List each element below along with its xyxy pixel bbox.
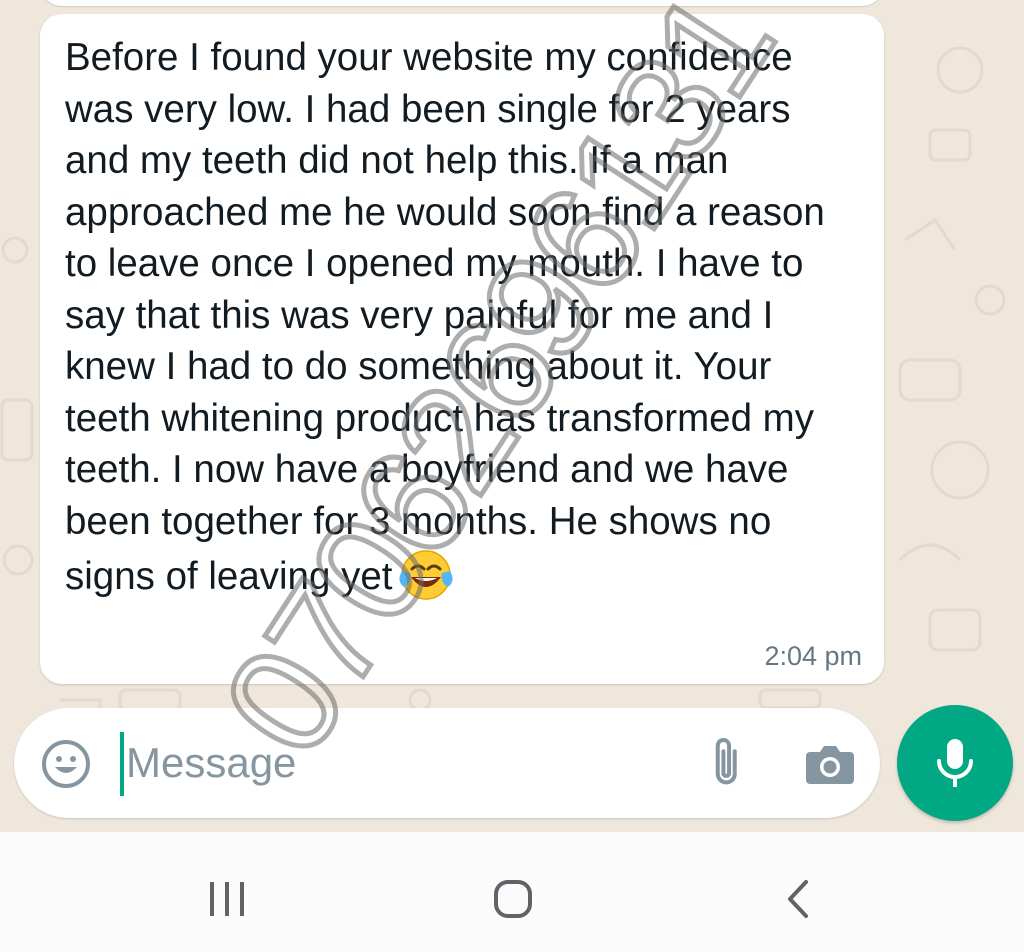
message-input[interactable] — [126, 730, 666, 796]
camera-icon[interactable] — [804, 740, 856, 788]
smiley-icon[interactable] — [40, 738, 92, 790]
message-composer — [14, 708, 880, 818]
previous-message-bubble — [40, 0, 884, 6]
voice-message-button[interactable] — [897, 705, 1013, 821]
message-text-container: Before I found your website my confidenc… — [65, 32, 855, 603]
message-bubble[interactable]: Before I found your website my confidenc… — [40, 14, 884, 684]
recent-apps-icon[interactable] — [200, 872, 256, 928]
message-text: Before I found your website my confidenc… — [65, 36, 825, 598]
text-cursor — [120, 732, 124, 796]
paperclip-icon[interactable] — [694, 736, 750, 792]
microphone-icon — [937, 739, 973, 787]
face-with-tears-of-joy-icon — [398, 547, 454, 603]
home-icon[interactable] — [486, 872, 542, 928]
message-timestamp: 2:04 pm — [764, 641, 862, 671]
back-icon[interactable] — [772, 872, 828, 928]
system-navigation-bar — [0, 832, 1024, 952]
